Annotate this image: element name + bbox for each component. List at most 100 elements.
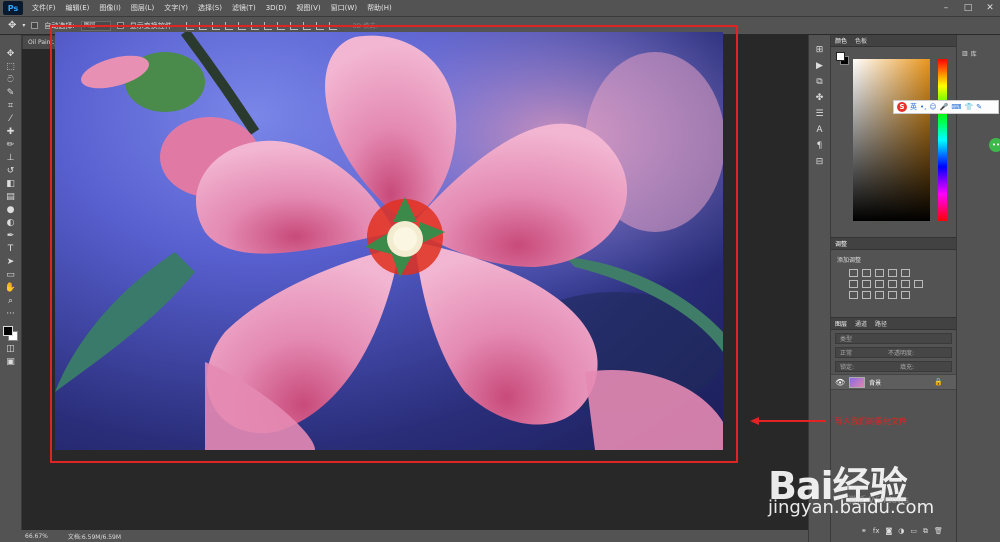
- menu-filter[interactable]: 滤镜(T): [227, 3, 261, 13]
- marquee-icon[interactable]: ⬚: [4, 62, 18, 73]
- eraser-icon[interactable]: ◧: [4, 179, 18, 190]
- document-size: 文档:6.59M/6.59M: [67, 533, 122, 541]
- menu-edit[interactable]: 编辑(E): [61, 3, 95, 13]
- menu-layer[interactable]: 图层(L): [126, 3, 159, 13]
- history-icon[interactable]: ⊞: [816, 45, 824, 55]
- window-controls: – □ ✕: [940, 2, 996, 14]
- chevron-down-icon[interactable]: ▾: [22, 22, 25, 29]
- saturation-brightness-field[interactable]: [853, 59, 930, 221]
- color-swatches[interactable]: [2, 326, 19, 342]
- black-white-icon[interactable]: [875, 280, 884, 288]
- maximize-icon[interactable]: □: [962, 2, 974, 14]
- menu-image[interactable]: 图像(I): [94, 3, 126, 13]
- tab-channels[interactable]: 通道: [855, 319, 867, 328]
- brush-preset-icon[interactable]: ✤: [816, 93, 824, 103]
- hand-icon[interactable]: ✋: [4, 283, 18, 294]
- red-arrow-annotation: [750, 417, 826, 425]
- minimize-icon[interactable]: –: [940, 2, 952, 14]
- quick-mask-icon[interactable]: ◫: [4, 344, 18, 355]
- paragraph-icon[interactable]: ¶: [817, 141, 823, 151]
- layer-row-background[interactable]: 👁 背景 🔒: [831, 374, 957, 390]
- menu-view[interactable]: 视图(V): [291, 3, 325, 13]
- menu-type[interactable]: 文字(Y): [159, 3, 193, 13]
- channel-mixer-icon[interactable]: [901, 280, 910, 288]
- blur-icon[interactable]: ●: [4, 205, 18, 216]
- color-panel: [831, 47, 956, 237]
- keyboard-icon[interactable]: ⌨: [951, 103, 961, 111]
- floating-green-button-icon[interactable]: ••: [989, 138, 1000, 152]
- vibrance-icon[interactable]: [901, 269, 910, 277]
- history-brush-icon[interactable]: ↺: [4, 166, 18, 177]
- curves-icon[interactable]: [875, 269, 884, 277]
- move-tool-icon[interactable]: ✥: [8, 20, 16, 31]
- foreground-chip[interactable]: [836, 52, 845, 61]
- layer-kind-filter[interactable]: 类型: [840, 334, 852, 343]
- gradient-icon[interactable]: ▤: [4, 192, 18, 203]
- move-icon[interactable]: ✥: [4, 49, 18, 60]
- lock-fill-row: 锁定: 填充:: [835, 361, 952, 372]
- properties-icon[interactable]: ☰: [815, 109, 823, 119]
- adjustment-row-3: [831, 291, 956, 299]
- watermark-url: jingyan.baidu.com: [768, 497, 935, 518]
- foreground-color-swatch[interactable]: [2, 326, 13, 336]
- tab-swatches[interactable]: 色板: [855, 36, 867, 45]
- info-icon[interactable]: ⊟: [816, 157, 824, 167]
- gradient-map-icon[interactable]: [888, 291, 897, 299]
- menu-3d[interactable]: 3D(D): [261, 4, 292, 12]
- color-chips[interactable]: [836, 52, 850, 66]
- menu-file[interactable]: 文件(F): [27, 3, 61, 13]
- menu-help[interactable]: 帮助(H): [362, 3, 397, 13]
- shape-icon[interactable]: ▭: [4, 270, 18, 281]
- tab-paths[interactable]: 路径: [875, 319, 887, 328]
- close-icon[interactable]: ✕: [984, 2, 996, 14]
- tab-adjustments[interactable]: 调整: [835, 239, 847, 248]
- type-icon[interactable]: T: [4, 244, 18, 255]
- auto-select-checkbox[interactable]: [31, 22, 39, 29]
- lasso-icon[interactable]: ට: [4, 75, 18, 86]
- healing-icon[interactable]: ✚: [4, 127, 18, 138]
- brightness-icon[interactable]: [849, 269, 858, 277]
- layer-filter-row[interactable]: 类型: [835, 333, 952, 344]
- blend-mode-dropdown[interactable]: 正常: [840, 348, 852, 357]
- path-select-icon[interactable]: ➤: [4, 257, 18, 268]
- threshold-icon[interactable]: [875, 291, 884, 299]
- punctuation-icon[interactable]: •,: [920, 103, 926, 111]
- pen-icon[interactable]: ✒: [4, 231, 18, 242]
- screen-mode-icon[interactable]: ▣: [4, 357, 18, 368]
- tab-layers[interactable]: 图层: [835, 319, 847, 328]
- voice-icon[interactable]: 🎤: [940, 103, 949, 111]
- quick-select-icon[interactable]: ✎: [4, 88, 18, 99]
- invert-icon[interactable]: [849, 291, 858, 299]
- layer-name[interactable]: 背景: [869, 378, 881, 387]
- character-icon[interactable]: A: [816, 125, 822, 135]
- settings-icon[interactable]: ✎: [976, 103, 982, 111]
- color-lookup-icon[interactable]: [914, 280, 923, 288]
- dodge-icon[interactable]: ◐: [4, 218, 18, 229]
- brush-icon[interactable]: ✏: [4, 140, 18, 151]
- emoji-icon[interactable]: ☺: [929, 103, 936, 111]
- eyedropper-icon[interactable]: ⁄: [4, 114, 18, 125]
- ime-toolbar[interactable]: S 英 •, ☺ 🎤 ⌨ 👕 ✎: [893, 100, 999, 114]
- play-icon[interactable]: ▶: [816, 61, 823, 71]
- zoom-level[interactable]: 66.67%: [25, 533, 48, 540]
- ime-language[interactable]: 英: [910, 102, 917, 112]
- menu-select[interactable]: 选择(S): [193, 3, 227, 13]
- levels-icon[interactable]: [862, 269, 871, 277]
- libraries-button[interactable]: ▥ 库: [962, 49, 977, 58]
- exposure-icon[interactable]: [888, 269, 897, 277]
- menu-window[interactable]: 窗口(W): [326, 3, 362, 13]
- skin-icon[interactable]: 👕: [965, 103, 974, 111]
- posterize-icon[interactable]: [862, 291, 871, 299]
- clone-source-icon[interactable]: ⧉: [816, 77, 822, 87]
- zoom-icon[interactable]: ⌕: [4, 296, 18, 307]
- tab-color[interactable]: 颜色: [835, 36, 847, 45]
- crop-icon[interactable]: ⌗: [4, 101, 18, 112]
- hue-sat-icon[interactable]: [849, 280, 858, 288]
- selective-color-icon[interactable]: [901, 291, 910, 299]
- stamp-icon[interactable]: ⊥: [4, 153, 18, 164]
- hue-slider[interactable]: [938, 59, 947, 221]
- photo-filter-icon[interactable]: [888, 280, 897, 288]
- eye-icon[interactable]: 👁: [835, 378, 845, 387]
- more-tools-icon[interactable]: ···: [4, 309, 18, 320]
- color-balance-icon[interactable]: [862, 280, 871, 288]
